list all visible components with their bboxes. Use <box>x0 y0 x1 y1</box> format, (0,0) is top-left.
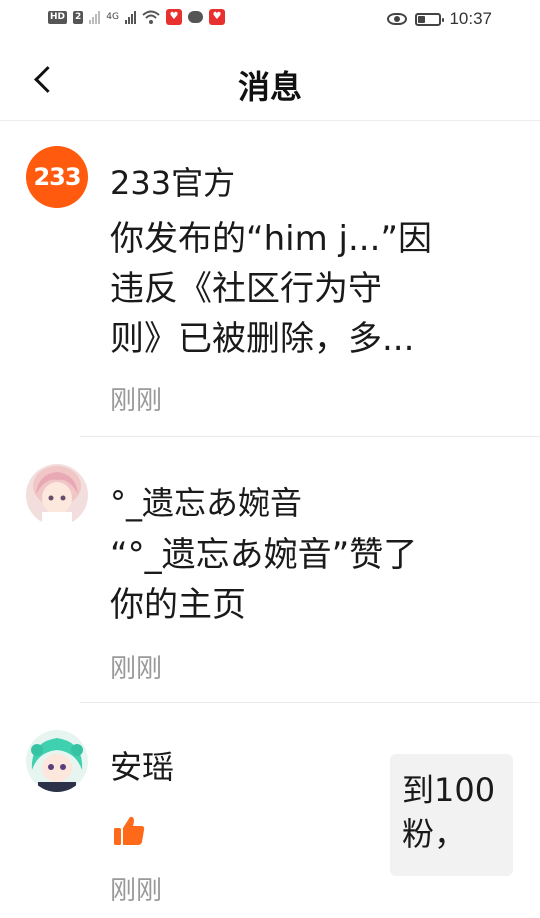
user-avatar-image <box>26 730 88 792</box>
message-item[interactable]: 233 233官方 你发布的“him j...”因 违反《社区行为守 则》已被删… <box>0 120 540 438</box>
content-line: 你的主页 <box>110 585 246 625</box>
message-content: 你发布的“him j...”因 违反《社区行为守 则》已被删除，多... <box>110 214 432 364</box>
avatar[interactable] <box>26 464 88 526</box>
battery-icon <box>415 12 445 26</box>
status-left: HD 2 4G ♥ ♥ <box>48 9 225 25</box>
message-content: “°_遗忘あ婉音”赞了 你的主页 <box>110 530 417 630</box>
signal-1-icon <box>89 10 101 24</box>
divider <box>80 702 540 703</box>
sender-name: °_遗忘あ婉音 <box>110 484 303 522</box>
sender-name: 233官方 <box>110 164 236 202</box>
sim-badge: 2 <box>73 10 84 24</box>
content-line: 你发布的“him j...”因 <box>110 219 433 259</box>
status-right: 10:37 <box>387 9 492 29</box>
wifi-icon <box>142 10 160 24</box>
preview-line: 到100 <box>402 771 496 809</box>
divider <box>80 436 540 437</box>
clock: 10:37 <box>449 9 492 28</box>
timestamp: 刚刚 <box>110 386 163 416</box>
page-title: 消息 <box>237 68 302 106</box>
thumbs-up-icon <box>114 816 145 845</box>
content-line: “°_遗忘あ婉音”赞了 <box>110 535 418 575</box>
status-bar: HD 2 4G ♥ ♥ 10:37 <box>0 0 540 40</box>
avatar-logo: 233 <box>33 163 81 191</box>
timestamp: 刚刚 <box>110 876 163 906</box>
preview-text: 到100 粉， <box>402 768 507 856</box>
content-line: 违反《社区行为守 <box>110 269 382 309</box>
user-avatar-image <box>26 464 88 526</box>
avatar[interactable] <box>26 730 88 792</box>
content-preview-card[interactable]: 到100 粉， <box>390 754 513 876</box>
app-notification-icon: ♥ <box>208 9 225 25</box>
avatar[interactable]: 233 <box>26 146 88 208</box>
chat-notification-icon <box>187 11 203 23</box>
eye-icon <box>387 13 408 25</box>
preview-line: 粉， <box>402 815 467 853</box>
network-type: 4G <box>106 12 119 22</box>
app-notification-icon: ♥ <box>165 9 182 25</box>
message-item[interactable]: °_遗忘あ婉音 “°_遗忘あ婉音”赞了 你的主页 刚刚 <box>0 438 540 704</box>
message-item[interactable]: 安瑶 刚刚 到100 粉， <box>0 704 540 918</box>
signal-2-icon <box>124 10 136 24</box>
battery-fill <box>418 15 426 23</box>
timestamp: 刚刚 <box>110 654 163 684</box>
hd-badge: HD <box>48 10 68 24</box>
sender-name: 安瑶 <box>110 748 175 786</box>
nav-bar: 消息 <box>0 40 540 121</box>
content-line: 则》已被删除，多... <box>110 319 415 359</box>
